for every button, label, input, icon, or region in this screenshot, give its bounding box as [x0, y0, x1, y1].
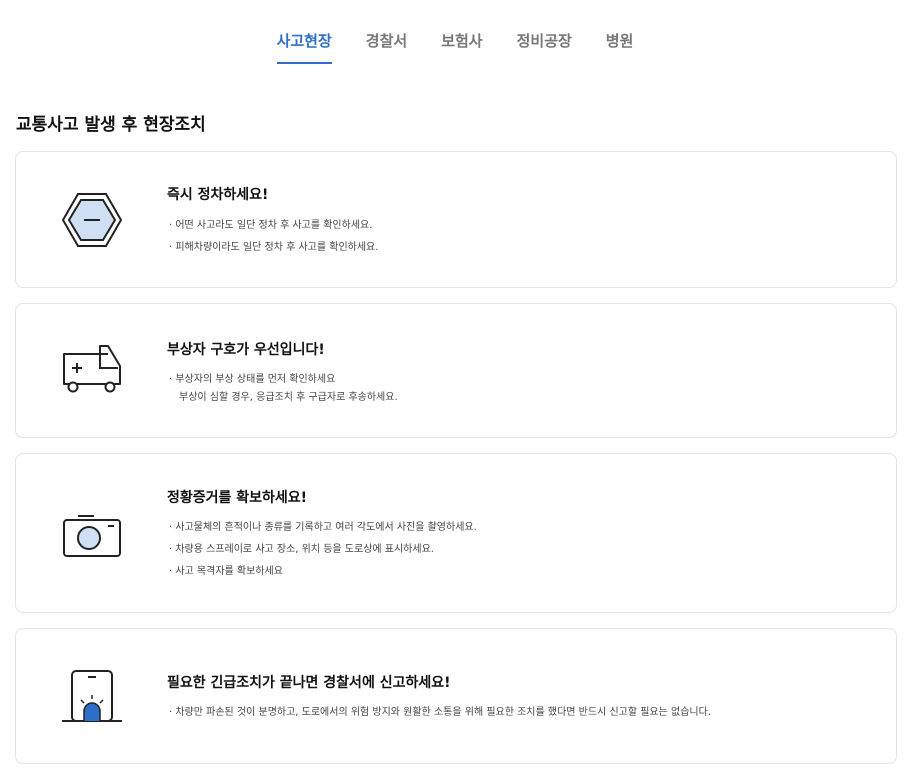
tab-accident-scene[interactable]: 사고현장: [276, 30, 332, 64]
phone-siren-icon: [60, 667, 124, 731]
step-title: 즉시 정차하세요!: [167, 187, 269, 203]
list-item: · 사고물체의 흔적이나 종류를 기록하고 여러 각도에서 사진을 촬영하세요.: [169, 522, 477, 533]
list-item: · 부상자의 부상 상태를 먼저 확인하세요: [169, 374, 336, 385]
step-card-report: 필요한 긴급조치가 끝나면 경찰서에 신고하세요! · 차량만 파손된 것이 분…: [15, 628, 897, 764]
camera-icon: [60, 502, 124, 566]
step-card-rescue: 부상자 구호가 우선입니다! · 부상자의 부상 상태를 먼저 확인하세요 부상…: [15, 303, 897, 438]
list-item: · 차량용 스프레이로 사고 장소, 위치 등을 도로상에 표시하세요.: [169, 544, 434, 555]
tab-insurance[interactable]: 보험사: [441, 30, 482, 64]
step-list: · 차량만 파손된 것이 분명하고, 도로에서의 위험 방지와 원활한 소통을 …: [169, 702, 711, 724]
ambulance-icon: [60, 340, 124, 404]
step-card-stop: 즉시 정차하세요! · 어떤 사고라도 일단 정차 후 사고를 확인하세요. ·…: [15, 151, 897, 288]
hexagon-stop-icon: [60, 188, 124, 252]
list-item: · 차량만 파손된 것이 분명하고, 도로에서의 위험 방지와 원활한 소통을 …: [169, 707, 711, 718]
step-title: 부상자 구호가 우선입니다!: [167, 342, 325, 358]
list-item: 부상이 심할 경우, 응급조치 후 구급자로 후송하세요.: [179, 392, 398, 403]
tab-bar: 사고현장 경찰서 보험사 정비공장 병원: [0, 30, 910, 64]
section-title: 교통사고 발생 후 현장조치: [16, 115, 206, 135]
list-item: · 사고 목격자를 확보하세요: [169, 566, 283, 577]
tab-police-station[interactable]: 경찰서: [366, 30, 407, 64]
step-title: 정황증거를 확보하세요!: [167, 490, 308, 506]
list-item: · 어떤 사고라도 일단 정차 후 사고를 확인하세요.: [169, 220, 373, 231]
step-list: · 부상자의 부상 상태를 먼저 확인하세요 부상이 심할 경우, 응급조치 후…: [169, 371, 398, 407]
step-list: · 어떤 사고라도 일단 정차 후 사고를 확인하세요. · 피해차량이라도 일…: [169, 215, 378, 259]
tab-hospital[interactable]: 병원: [606, 30, 634, 64]
list-item: · 피해차량이라도 일단 정차 후 사고를 확인하세요.: [169, 242, 379, 253]
step-list: · 사고물체의 흔적이나 종류를 기록하고 여러 각도에서 사진을 촬영하세요.…: [169, 517, 477, 583]
step-card-evidence: 정황증거를 확보하세요! · 사고물체의 흔적이나 종류를 기록하고 여러 각도…: [15, 453, 897, 613]
tab-repair-shop[interactable]: 정비공장: [517, 30, 572, 64]
step-title: 필요한 긴급조치가 끝나면 경찰서에 신고하세요!: [167, 675, 451, 691]
